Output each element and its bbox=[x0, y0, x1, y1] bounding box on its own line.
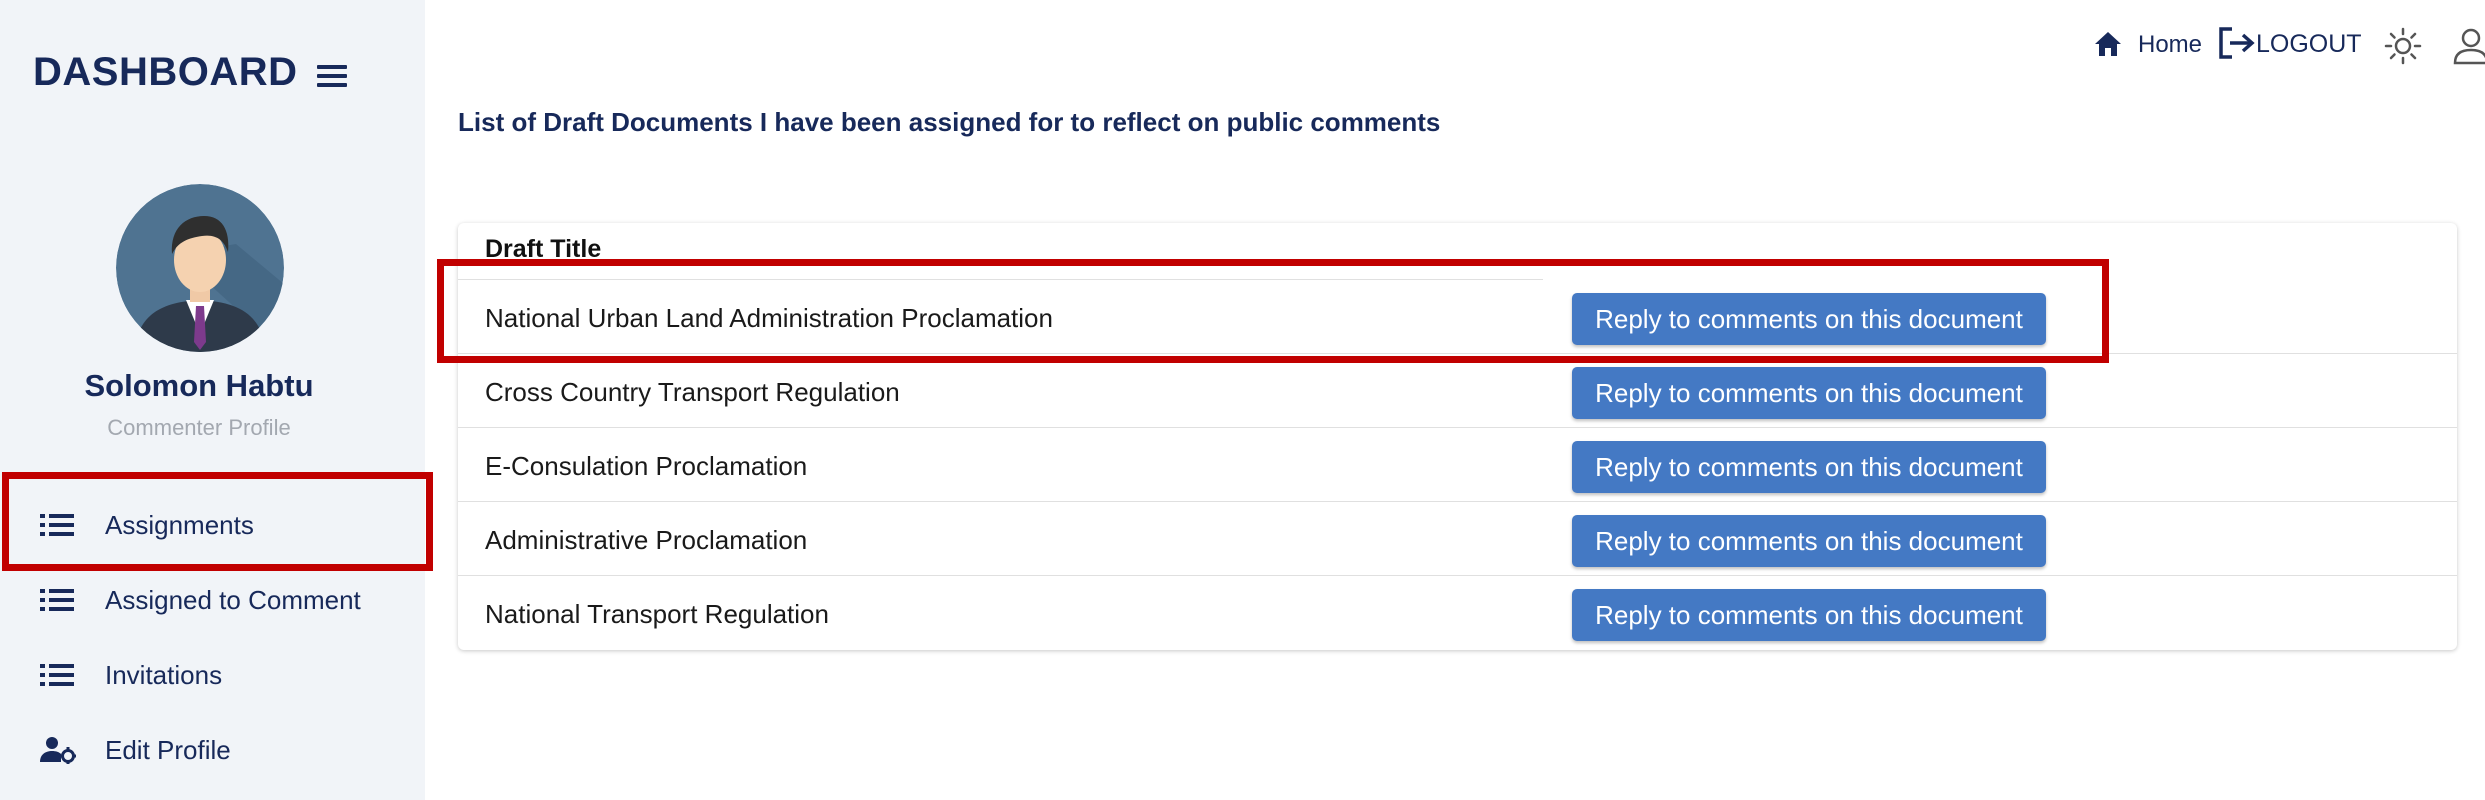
sidebar-item-label: Invitations bbox=[105, 660, 223, 690]
theme-sun-icon[interactable] bbox=[2384, 27, 2422, 65]
column-header-draft-title[interactable]: Draft Title bbox=[485, 235, 601, 264]
list-icon bbox=[40, 514, 74, 536]
table-row: Administrative Proclamation Reply to com… bbox=[458, 502, 2457, 576]
account-icon[interactable] bbox=[2452, 27, 2485, 65]
home-icon bbox=[2095, 32, 2121, 56]
table-row: National Transport Regulation Reply to c… bbox=[458, 576, 2457, 650]
logout-label: LOGOUT bbox=[2256, 30, 2362, 58]
row-title: Cross Country Transport Regulation bbox=[485, 377, 900, 407]
dashboard-title: DASHBOARD bbox=[33, 50, 298, 94]
list-icon bbox=[40, 589, 74, 611]
reply-to-comments-button[interactable]: Reply to comments on this document bbox=[1572, 515, 2046, 567]
sidebar-item-assignments[interactable]: Assignments bbox=[0, 490, 425, 560]
table-row: Cross Country Transport Regulation Reply… bbox=[458, 354, 2457, 428]
table-row: National Urban Land Administration Procl… bbox=[458, 280, 2457, 354]
app: DASHBOARD Solomon Habtu Commenter Profil… bbox=[0, 0, 2485, 800]
page-title: List of Draft Documents I have been assi… bbox=[458, 107, 1441, 137]
menu-toggle-icon[interactable] bbox=[317, 63, 349, 87]
list-icon bbox=[40, 664, 74, 686]
reply-to-comments-button[interactable]: Reply to comments on this document bbox=[1572, 293, 2046, 345]
user-name: Solomon Habtu bbox=[84, 368, 314, 403]
row-title: Administrative Proclamation bbox=[485, 525, 808, 555]
reply-to-comments-button[interactable]: Reply to comments on this document bbox=[1572, 367, 2046, 419]
sidebar: DASHBOARD Solomon Habtu Commenter Profil… bbox=[0, 0, 433, 800]
user-role: Commenter Profile bbox=[107, 415, 291, 440]
row-title: National Urban Land Administration Procl… bbox=[485, 303, 1053, 333]
table-row: E-Consulation Proclamation Reply to comm… bbox=[458, 428, 2457, 502]
reply-to-comments-button[interactable]: Reply to comments on this document bbox=[1572, 589, 2046, 641]
sidebar-item-assigned-to-comment[interactable]: Assigned to Comment bbox=[0, 565, 425, 635]
user-cog-icon bbox=[40, 737, 76, 764]
reply-to-comments-button[interactable]: Reply to comments on this document bbox=[1572, 441, 2046, 493]
sidebar-item-label: Assignments bbox=[105, 510, 254, 540]
home-label: Home bbox=[2138, 31, 2203, 58]
row-title: National Transport Regulation bbox=[485, 599, 829, 629]
sidebar-item-edit-profile[interactable]: Edit Profile bbox=[0, 715, 425, 785]
sidebar-item-label: Edit Profile bbox=[105, 735, 231, 765]
avatar bbox=[116, 184, 284, 352]
sidebar-item-label: Assigned to Comment bbox=[105, 585, 361, 615]
sidebar-item-invitations[interactable]: Invitations bbox=[0, 640, 425, 710]
drafts-table: Draft Title National Urban Land Administ… bbox=[458, 223, 2457, 650]
row-title: E-Consulation Proclamation bbox=[485, 451, 808, 481]
logout-icon bbox=[2219, 27, 2255, 59]
